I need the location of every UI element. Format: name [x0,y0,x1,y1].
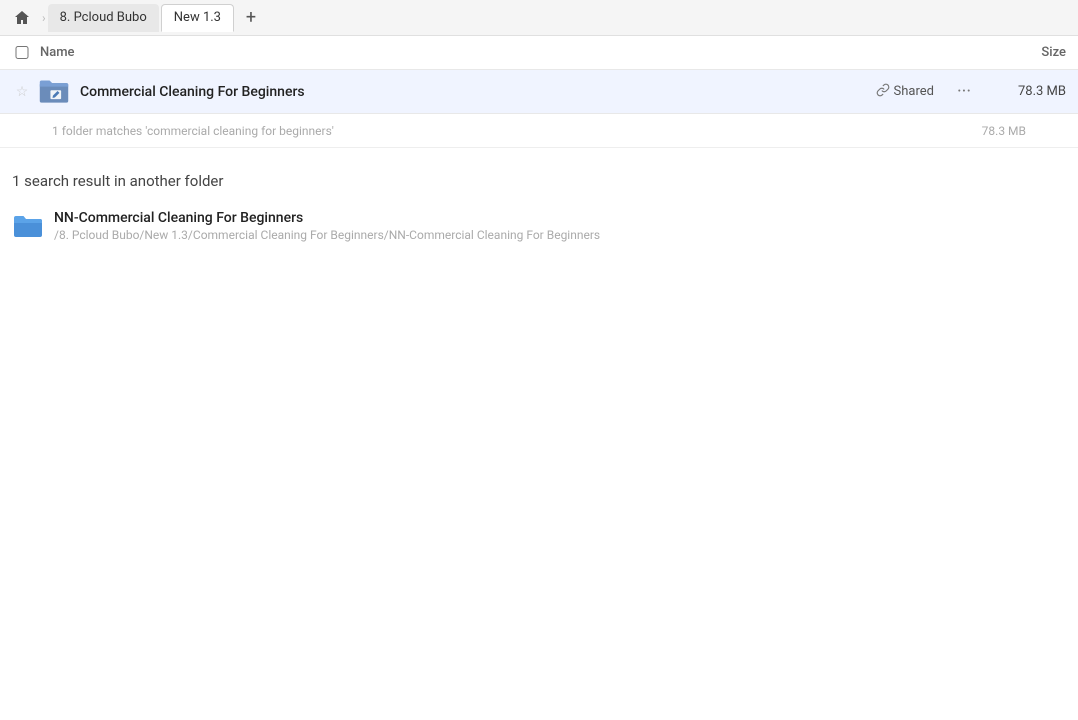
size-column-header: Size [986,45,1066,60]
tab-pcloud-bubo[interactable]: 8. Pcloud Bubo [48,4,159,32]
home-button[interactable] [8,4,36,32]
result-item[interactable]: NN-Commercial Cleaning For Beginners /8.… [0,202,1078,250]
result-name: NN-Commercial Cleaning For Beginners [54,210,600,226]
file-name-label: Commercial Cleaning For Beginners [80,84,876,100]
add-tab-button[interactable]: + [238,5,264,31]
column-header: Name Size [0,36,1078,70]
folder-icon [12,210,44,242]
shared-label: Shared [894,84,934,99]
search-results-list: NN-Commercial Cleaning For Beginners /8.… [0,202,1078,250]
result-path: /8. Pcloud Bubo/New 1.3/Commercial Clean… [54,228,600,242]
file-row[interactable]: ☆ Commercial Cleaning For Beginners Shar… [0,70,1078,114]
match-text: 1 folder matches 'commercial cleaning fo… [52,124,946,138]
star-button[interactable]: ☆ [12,82,32,102]
result-info: NN-Commercial Cleaning For Beginners /8.… [54,210,600,242]
file-size-value: 78.3 MB [986,84,1066,99]
link-icon [876,83,890,101]
name-column-header: Name [40,45,986,60]
select-all-checkbox[interactable] [12,46,32,59]
shared-badge: Shared [876,83,934,101]
more-options-button[interactable]: ··· [950,78,978,106]
match-label-row: 1 folder matches 'commercial cleaning fo… [0,114,1078,148]
breadcrumb-separator: › [42,11,46,25]
file-type-icon [38,76,70,108]
top-bar: › 8. Pcloud Bubo New 1.3 + [0,0,1078,36]
tab-new-1-3[interactable]: New 1.3 [161,4,234,32]
match-size: 78.3 MB [946,124,1026,138]
section-header: 1 search result in another folder [0,148,1078,202]
